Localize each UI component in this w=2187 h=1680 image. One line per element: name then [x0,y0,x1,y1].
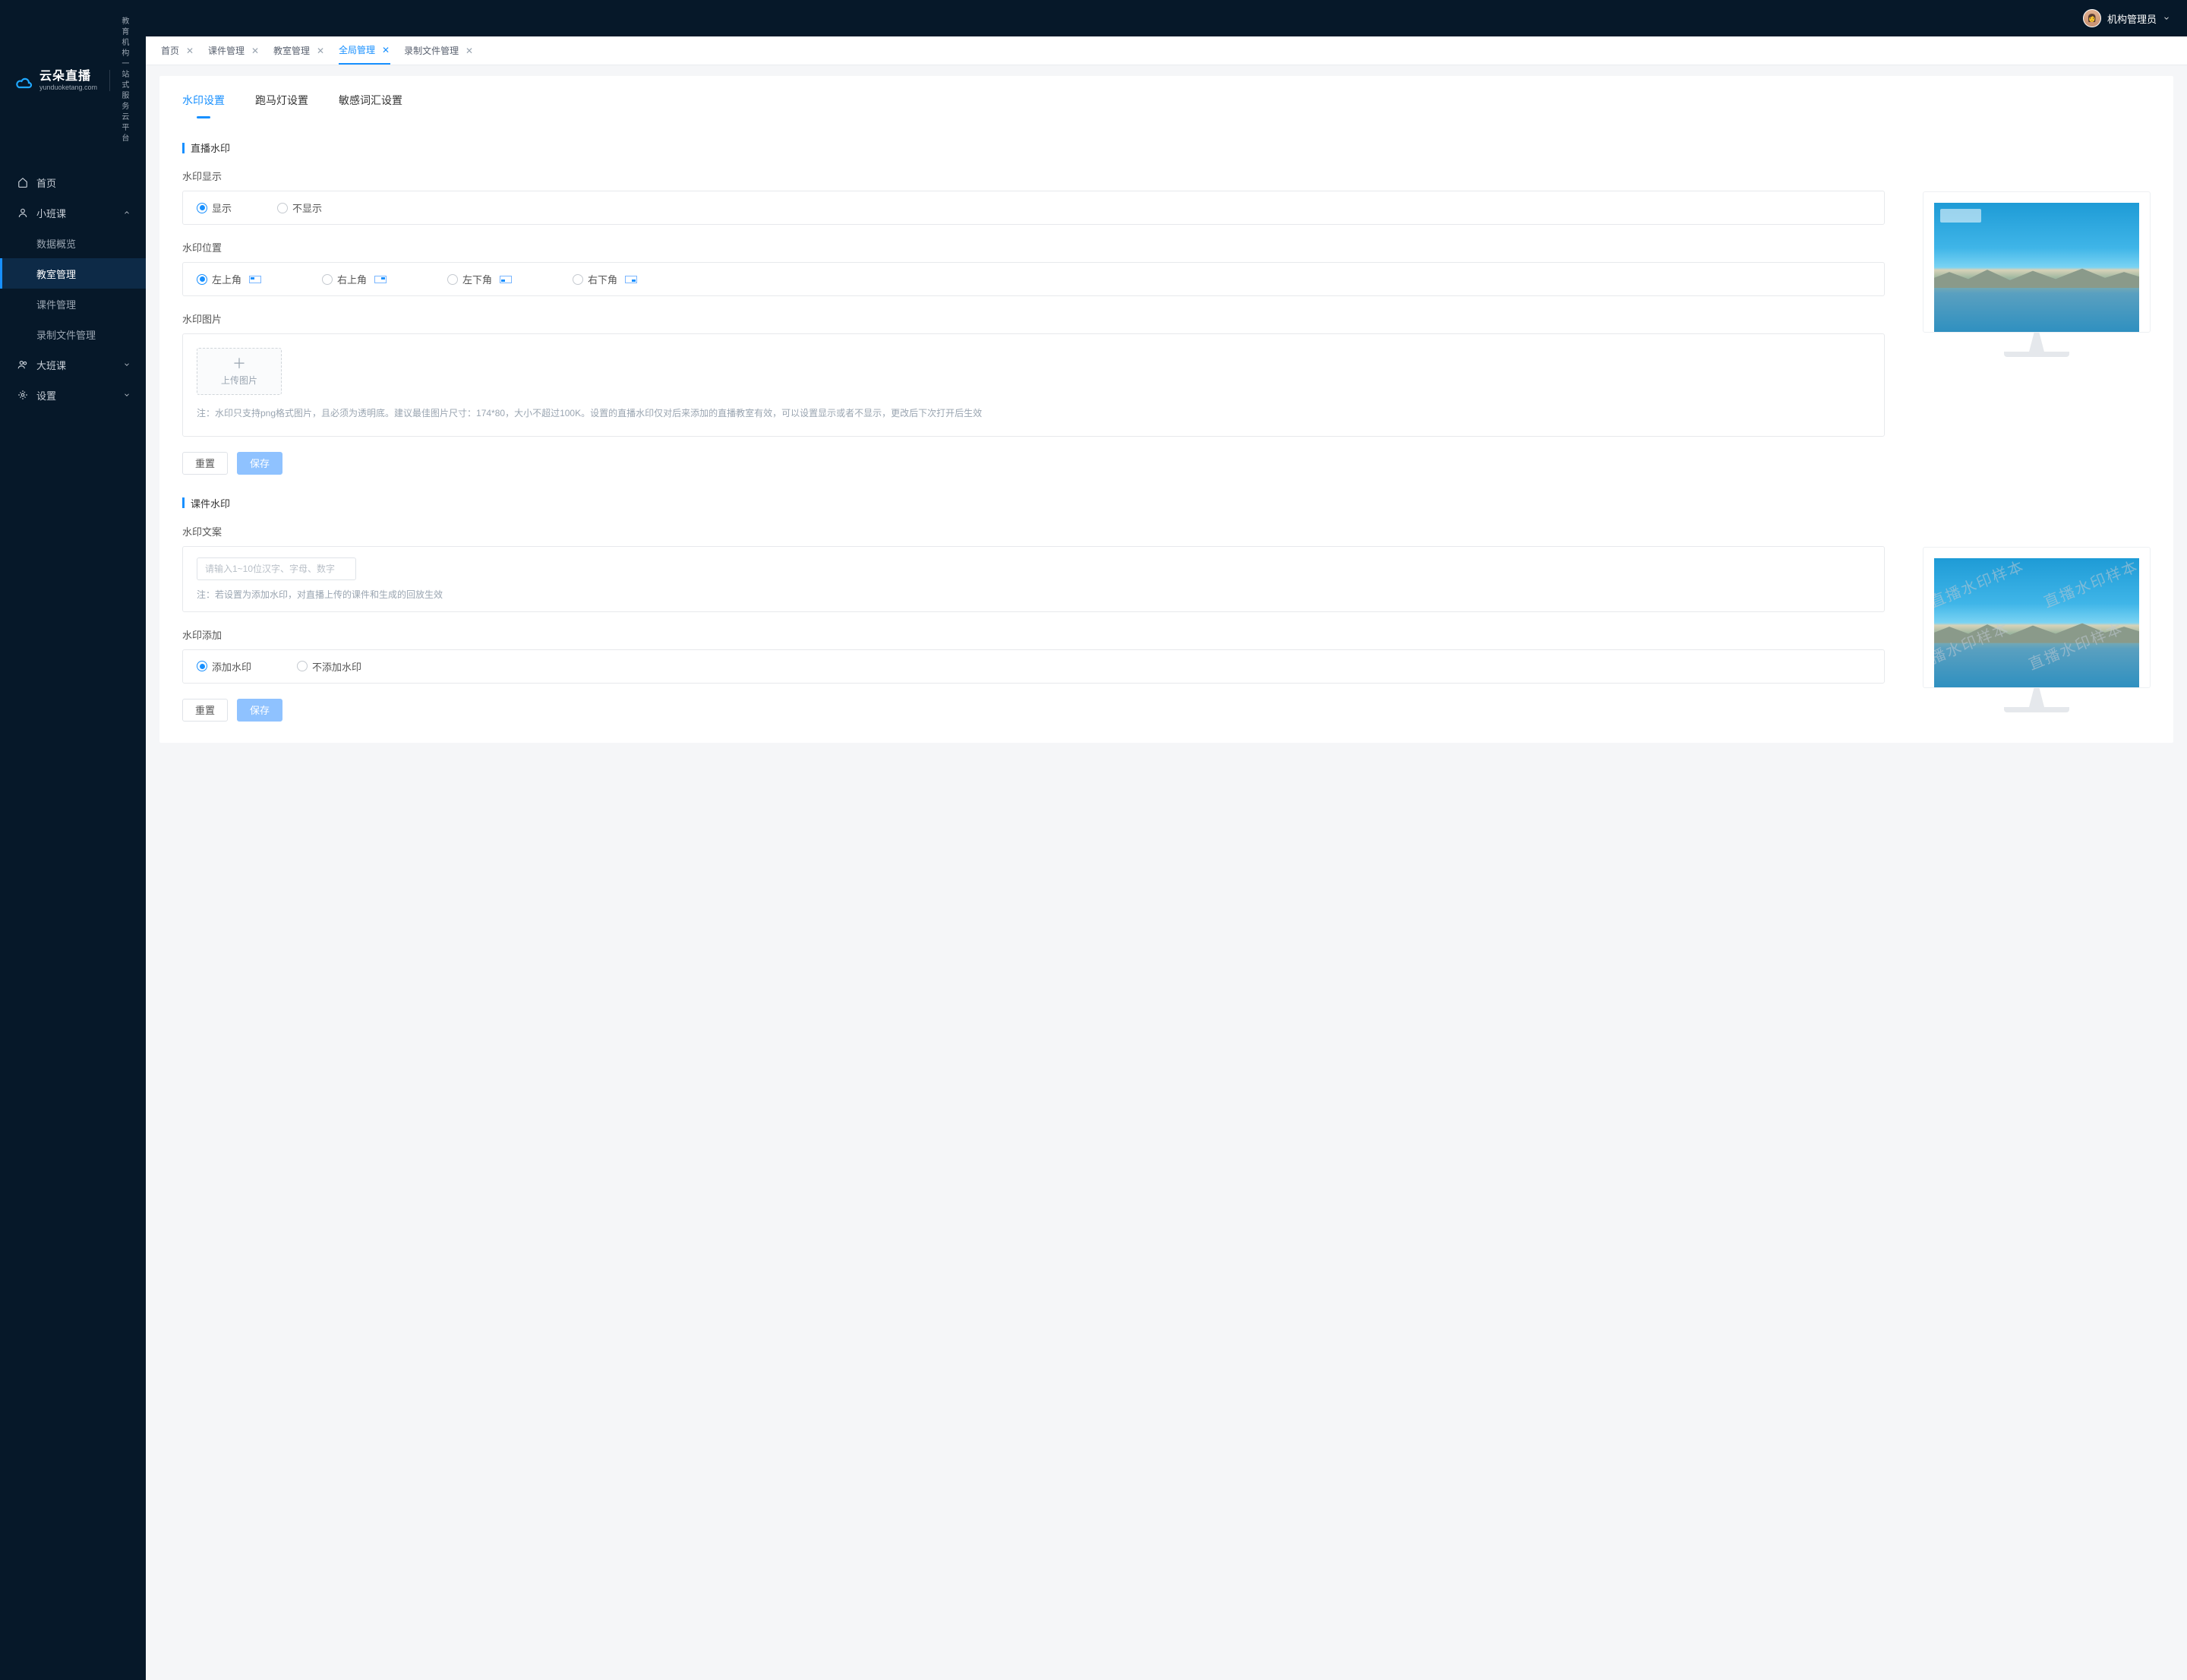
inner-tab-marquee[interactable]: 跑马灯设置 [255,88,308,118]
radio-group-add: 添加水印 不添加水印 [182,649,1885,684]
inner-tab-watermark[interactable]: 水印设置 [182,88,225,118]
nav-sub-overview[interactable]: 数据概览 [0,228,146,258]
nav-settings[interactable]: 设置 [0,380,146,410]
save-button-live[interactable]: 保存 [237,452,282,475]
corner-icon-tl [249,276,261,283]
tab-recording[interactable]: 录制文件管理✕ [404,36,474,65]
radio-pos-tl[interactable]: 左上角 [197,272,261,286]
topbar: 👩 机构管理员 [146,0,2187,36]
chevron-up-icon [123,207,132,219]
brand-name: 云朵直播 [39,69,97,84]
label-position: 水印位置 [182,240,1885,254]
cloud-icon [15,72,33,89]
corner-icon-tr [374,276,387,283]
radio-add-no[interactable]: 不添加水印 [297,659,361,674]
tab-classroom[interactable]: 教室管理✕ [273,36,325,65]
radio-pos-br[interactable]: 右下角 [573,272,637,286]
reset-button-live[interactable]: 重置 [182,452,228,475]
users-icon [17,358,29,371]
radio-pos-tr[interactable]: 右上角 [322,272,387,286]
close-icon[interactable]: ✕ [381,46,390,55]
inner-tab-sensitive[interactable]: 敏感词汇设置 [339,88,402,118]
nav-sub-classroom[interactable]: 教室管理 [0,258,146,289]
brand-logo: 云朵直播 yunduoketang.com 教育机构一站式服务云平台 [0,0,146,161]
nav: 首页 小班课 数据概览 教室管理 课件管理 录制文件管理 大班课 设置 [0,161,146,1680]
upload-note: 注：水印只支持png格式图片，且必须为透明底。建议最佳图片尺寸：174*80，大… [197,406,1870,422]
close-icon[interactable]: ✕ [465,46,474,55]
section-title-live: 直播水印 [182,141,2151,155]
label-add: 水印添加 [182,627,1885,642]
close-icon[interactable]: ✕ [316,46,325,55]
reset-button-courseware[interactable]: 重置 [182,699,228,722]
nav-sub-recording[interactable]: 录制文件管理 [0,319,146,349]
corner-icon-bl [500,276,512,283]
nav-home[interactable]: 首页 [0,167,146,197]
nav-sub-courseware[interactable]: 课件管理 [0,289,146,319]
watermark-badge [1940,209,1981,223]
brand-tagline: 教育机构一站式服务云平台 [122,17,134,144]
tab-home[interactable]: 首页✕ [161,36,194,65]
tabs-bar: 首页✕ 课件管理✕ 教室管理✕ 全局管理✕ 录制文件管理✕ [146,36,2187,65]
label-image: 水印图片 [182,311,1885,326]
watermark-text-input[interactable] [197,557,356,580]
plus-icon: ＋ [232,357,246,371]
radio-display-show[interactable]: 显示 [197,201,232,215]
user-name: 机构管理员 [2107,11,2157,26]
section-title-courseware: 课件水印 [182,496,2151,510]
label-display: 水印显示 [182,169,1885,183]
user-icon [17,207,29,219]
upload-image[interactable]: ＋ 上传图片 [197,348,282,395]
preview-monitor-courseware: 直播水印样本 直播水印样本 直播水印样本 直播水印样本 [1923,547,2151,688]
inner-tabs: 水印设置 跑马灯设置 敏感词汇设置 [182,76,2151,119]
close-icon[interactable]: ✕ [185,46,194,55]
close-icon[interactable]: ✕ [251,46,260,55]
nav-small-class[interactable]: 小班课 [0,197,146,228]
gear-icon [17,389,29,401]
home-icon [17,176,29,188]
sidebar: 云朵直播 yunduoketang.com 教育机构一站式服务云平台 首页 小班… [0,0,146,1680]
tab-courseware[interactable]: 课件管理✕ [208,36,260,65]
radio-group-position: 左上角 右上角 左下角 右下角 [182,262,1885,296]
radio-add-yes[interactable]: 添加水印 [197,659,251,674]
chevron-down-icon [123,390,132,401]
tab-global[interactable]: 全局管理✕ [339,36,390,65]
radio-group-display: 显示 不显示 [182,191,1885,225]
save-button-courseware[interactable]: 保存 [237,699,282,722]
radio-display-hide[interactable]: 不显示 [277,201,322,215]
chevron-down-icon [2163,13,2170,24]
user-menu[interactable]: 👩 机构管理员 [2083,9,2170,27]
corner-icon-br [625,276,637,283]
chevron-down-icon [123,359,132,371]
text-note: 注：若设置为添加水印，对直播上传的课件和生成的回放生效 [197,588,1870,601]
radio-pos-bl[interactable]: 左下角 [447,272,512,286]
preview-monitor-live [1923,191,2151,333]
avatar: 👩 [2083,9,2101,27]
nav-big-class[interactable]: 大班课 [0,349,146,380]
brand-domain: yunduoketang.com [39,84,97,92]
label-text: 水印文案 [182,524,1885,538]
